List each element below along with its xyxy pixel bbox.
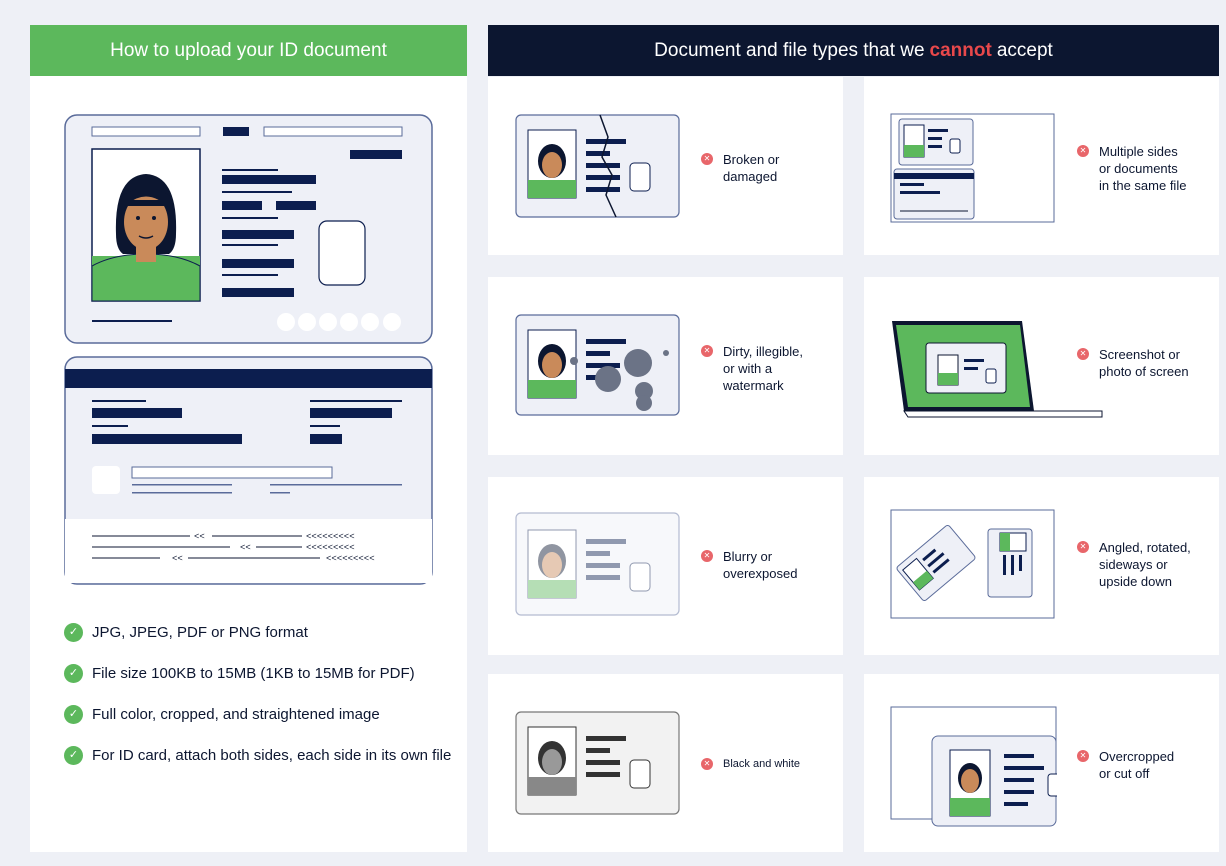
rejected-reason: ✕ Dirty, illegible, or with a watermark [701, 343, 803, 394]
requirement-text: JPG, JPEG, PDF or PNG format [92, 624, 308, 641]
requirement-item: ✓ File size 100KB to 15MB (1KB to 15MB f… [64, 661, 454, 686]
check-icon: ✓ [64, 623, 83, 642]
rejected-reason: ✕ Overcropped or cut off [1077, 748, 1174, 782]
requirement-text: For ID card, attach both sides, each sid… [92, 747, 452, 764]
x-icon: ✕ [1077, 348, 1089, 360]
rejected-reason: ✕ Multiple sides or documents in the sam… [1077, 143, 1186, 194]
rejected-types-title: Document and file types that we cannot a… [488, 25, 1219, 76]
x-icon: ✕ [701, 758, 713, 770]
upload-requirements-list: ✓ JPG, JPEG, PDF or PNG format ✓ File si… [64, 620, 454, 784]
id-card-back-illustration: << <<<<<<<<< << <<<<<<<<< << <<<<<<<<< [64, 356, 433, 585]
rejected-reason-text: Broken or damaged [723, 152, 780, 184]
mrz-line-1a: << [194, 532, 205, 542]
rejected-card-rotated: ✕ Angled, rotated, sideways or upside do… [864, 477, 1219, 655]
requirement-item: ✓ For ID card, attach both sides, each s… [64, 743, 454, 768]
x-icon: ✕ [701, 153, 713, 165]
upload-instructions-title: How to upload your ID document [30, 25, 467, 76]
x-icon: ✕ [1077, 541, 1089, 553]
rejected-card-dirty: ✕ Dirty, illegible, or with a watermark [488, 277, 843, 455]
x-icon: ✕ [1077, 750, 1089, 762]
x-icon: ✕ [701, 345, 713, 357]
check-icon: ✓ [64, 705, 83, 724]
mrz-line-3a: << [172, 554, 183, 564]
requirement-text: File size 100KB to 15MB (1KB to 15MB for… [92, 665, 415, 682]
check-icon: ✓ [64, 664, 83, 683]
check-icon: ✓ [64, 746, 83, 765]
x-icon: ✕ [1077, 145, 1089, 157]
rejected-card-blurry: ✕ Blurry or overexposed [488, 477, 843, 655]
rejected-reason-text: Black and white [723, 758, 801, 770]
rejected-card-broken: ✕ Broken or damaged [488, 77, 843, 255]
rejected-title-highlight: cannot [929, 39, 992, 61]
requirement-item: ✓ JPG, JPEG, PDF or PNG format [64, 620, 454, 645]
rejected-reason: ✕ Black and white [701, 756, 800, 773]
rejected-card-overcropped: ✕ Overcropped or cut off [864, 674, 1219, 852]
broken-id-icon [515, 114, 680, 218]
rejected-reason-text: Blurry or overexposed [723, 549, 798, 581]
rejected-reason: ✕ Angled, rotated, sideways or upside do… [1077, 539, 1191, 590]
rejected-title-start: Document and file types that we [654, 39, 925, 61]
mrz-line-2a: << [240, 543, 251, 553]
rejected-card-black-white: ✕ Black and white [488, 674, 843, 852]
rejected-reason: ✕ Broken or damaged [701, 151, 779, 185]
rejected-card-multiple: ✕ Multiple sides or documents in the sam… [864, 77, 1219, 255]
rejected-reason-text: Dirty, illegible, or with a watermark [723, 344, 803, 393]
rejected-reason-text: Angled, rotated, sideways or upside down [1099, 540, 1191, 589]
rejected-card-screenshot: ✕ Screenshot or photo of screen [864, 277, 1219, 455]
requirement-text: Full color, cropped, and straightened im… [92, 706, 380, 723]
mrz-line-3b: <<<<<<<<< [326, 554, 375, 564]
x-icon: ✕ [701, 550, 713, 562]
rejected-reason-text: Screenshot or photo of screen [1099, 347, 1189, 379]
rejected-reason-text: Overcropped or cut off [1099, 749, 1175, 781]
rejected-reason-text: Multiple sides or documents in the same … [1099, 144, 1187, 193]
rejected-reason: ✕ Screenshot or photo of screen [1077, 346, 1189, 380]
mrz-line-2b: <<<<<<<<< [306, 543, 355, 553]
id-card-front-illustration [64, 114, 433, 344]
rejected-title-end: accept [996, 39, 1053, 61]
requirement-item: ✓ Full color, cropped, and straightened … [64, 702, 454, 727]
mrz-line-1b: <<<<<<<<< [306, 532, 355, 542]
rejected-reason: ✕ Blurry or overexposed [701, 548, 797, 582]
